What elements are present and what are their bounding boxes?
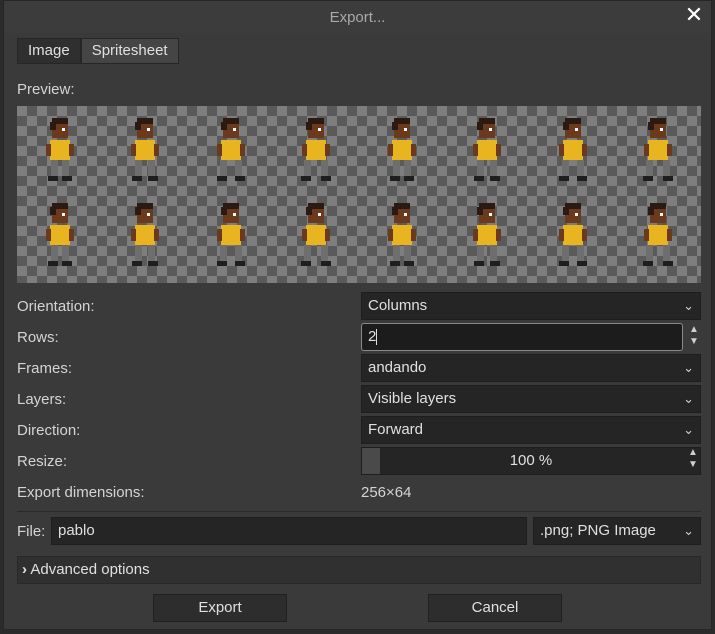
sprite-frame <box>558 118 587 181</box>
sprite-frame <box>45 203 74 266</box>
spin-arrows-icon[interactable]: ▲ ▼ <box>686 324 702 352</box>
export-button[interactable]: Export <box>153 594 287 622</box>
export-dialog: Export... ✕ Image Spritesheet Preview: O… <box>3 0 712 630</box>
frames-select[interactable]: andando ⌄ <box>361 354 701 382</box>
sprite-frame <box>131 118 160 181</box>
close-icon[interactable]: ✕ <box>683 4 705 26</box>
spin-arrows-icon[interactable]: ▲ ▼ <box>685 447 701 475</box>
file-label: File: <box>17 523 46 540</box>
sprite-frame <box>301 203 332 266</box>
file-format-select[interactable]: .png; PNG Image ⌄ <box>533 517 701 545</box>
orientation-value: Columns <box>368 297 428 314</box>
direction-value: Forward <box>368 421 424 438</box>
export-dimensions-label: Export dimensions: <box>17 484 145 501</box>
sprite-frame <box>131 203 160 266</box>
preview-label: Preview: <box>17 81 75 98</box>
layers-value: Visible layers <box>368 390 457 407</box>
sprite-frame <box>473 203 502 266</box>
sprite-frame <box>387 203 416 266</box>
advanced-options-label: Advanced options <box>30 561 150 578</box>
layers-select[interactable]: Visible layers ⌄ <box>361 385 701 413</box>
frames-label: Frames: <box>17 360 73 377</box>
tab-spritesheet[interactable]: Spritesheet <box>80 38 179 64</box>
layers-label: Layers: <box>17 391 67 408</box>
resize-grabber[interactable] <box>362 448 380 474</box>
spritesheet-panel: Preview: Orientation: Columns ⌄ Rows: 2 … <box>17 64 701 624</box>
file-name-value: pablo <box>58 522 95 539</box>
direction-select[interactable]: Forward ⌄ <box>361 416 701 444</box>
sprite-frame <box>643 118 674 181</box>
resize-value: 100 % <box>509 452 553 469</box>
chevron-down-icon: ⌄ <box>683 391 694 406</box>
tab-bar: Image Spritesheet <box>17 38 179 64</box>
file-format-value: .png; PNG Image <box>540 522 656 539</box>
rows-value: 2 <box>368 328 377 345</box>
sprite-frame <box>473 118 502 181</box>
sprite-frame <box>216 118 245 181</box>
advanced-options-toggle[interactable]: › Advanced options <box>17 556 701 584</box>
chevron-down-icon: ⌄ <box>683 360 694 375</box>
sprite-frame <box>558 203 587 266</box>
chevron-down-icon: ⌄ <box>683 422 694 437</box>
sprite-frame <box>643 203 674 266</box>
direction-label: Direction: <box>17 422 81 439</box>
chevron-down-icon: ⌄ <box>683 523 694 538</box>
sprite-frame <box>301 118 332 181</box>
sprite-frame <box>45 118 74 181</box>
resize-label: Resize: <box>17 453 68 470</box>
resize-slider[interactable]: 100 % <box>361 447 701 475</box>
text-cursor <box>376 329 378 346</box>
chevron-down-icon: ⌄ <box>683 298 694 313</box>
rows-input[interactable]: 2 ▲ ▼ <box>361 323 699 351</box>
spritesheet-preview <box>17 106 701 283</box>
file-name-input[interactable]: pablo <box>51 517 527 545</box>
orientation-label: Orientation: <box>17 298 95 315</box>
chevron-right-icon: › <box>22 561 27 578</box>
orientation-select[interactable]: Columns ⌄ <box>361 292 701 320</box>
sprite-frame <box>387 118 416 181</box>
rows-label: Rows: <box>17 329 59 346</box>
divider <box>17 511 701 512</box>
tab-image[interactable]: Image <box>17 38 81 64</box>
export-dimensions-value: 256×64 <box>361 484 412 501</box>
frames-value: andando <box>368 359 427 376</box>
cancel-button[interactable]: Cancel <box>428 594 562 622</box>
dialog-title: Export... <box>329 9 386 26</box>
title-bar[interactable]: Export... ✕ <box>4 1 711 33</box>
sprite-frame <box>216 203 245 266</box>
